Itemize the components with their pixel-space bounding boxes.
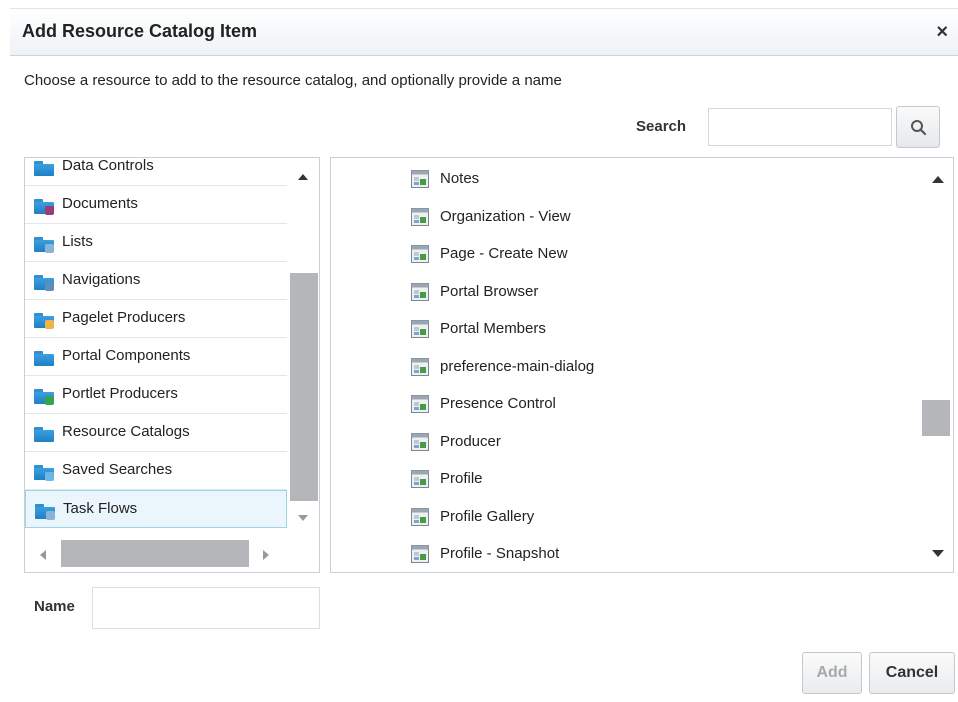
resource-item[interactable]: Page - Create New [331,236,921,274]
category-item[interactable]: Task Flows [25,490,287,528]
category-item-label: Documents [62,195,138,212]
cancel-button[interactable]: Cancel [869,652,955,694]
lists-folder-icon [34,237,54,253]
scroll-left-arrow-icon[interactable] [40,550,46,560]
category-item-label: Portal Components [62,347,191,364]
saved-searches-folder-icon [34,465,54,481]
navigations-folder-icon [34,275,54,291]
task-flow-icon [411,245,429,263]
category-list-horizontal-scrollbar[interactable] [25,537,287,572]
dialog-titlebar: Add Resource Catalog Item × [10,8,958,56]
category-item[interactable]: Data Controls [25,157,287,186]
task-flows-folder-icon [35,504,55,520]
dialog-instructions: Choose a resource to add to the resource… [24,72,562,89]
category-item[interactable]: Documents [25,186,287,224]
resource-item[interactable]: Presence Control [331,386,921,424]
search-button[interactable] [896,106,940,148]
category-item[interactable]: Portlet Producers [25,376,287,414]
close-icon[interactable]: × [936,21,948,44]
data-controls-folder-icon [34,161,54,176]
resource-item-label: Portal Members [440,320,546,337]
resource-item-label: Profile Gallery [440,507,535,525]
documents-folder-icon [34,199,54,215]
resource-item-label: Producer [440,432,501,450]
resource-item[interactable]: Profile Gallery [331,499,921,537]
resource-item[interactable]: Profile [331,461,921,499]
category-item-label: Portlet Producers [62,385,178,402]
scroll-thumb[interactable] [290,273,318,501]
scroll-thumb[interactable] [922,400,950,436]
category-item-label: Lists [62,233,93,250]
resource-item-label: Portal Browser [440,282,539,300]
resource-item[interactable]: Portal Browser [331,274,921,312]
add-resource-catalog-item-dialog: Add Resource Catalog Item × Choose a res… [0,0,958,702]
category-item-label: Task Flows [63,500,138,517]
scroll-up-arrow-icon[interactable] [932,176,944,183]
resource-item-label: preference-main-dialog [440,357,595,375]
scroll-down-arrow-icon[interactable] [298,515,308,521]
search-label: Search [636,118,687,135]
resource-item-label: Organization - View [440,207,571,225]
pagelet-producers-folder-icon [34,313,54,329]
category-item-label: Pagelet Producers [62,309,186,326]
task-flow-icon [411,395,429,413]
search-input[interactable] [708,108,892,146]
add-button[interactable]: Add [802,652,862,694]
task-flow-icon [411,207,429,226]
resource-item-label: Profile - Snapshot [440,545,560,562]
resource-item-label: Profile [440,470,483,487]
category-list-panel: Data Controls Documents Lists Navigations Pa… [24,157,320,573]
category-item[interactable]: Portal Components [25,338,287,376]
resource-item[interactable]: Organization - View [331,199,921,237]
resource-item[interactable]: preference-main-dialog [331,349,921,387]
resource-catalogs-folder-icon [34,427,54,442]
resource-item-label: Notes [440,170,480,187]
scroll-thumb[interactable] [61,540,249,567]
resource-item[interactable]: Portal Members [331,311,921,349]
resource-item-label: Presence Control [440,395,556,412]
task-flow-icon [411,320,429,338]
scroll-down-arrow-icon[interactable] [932,550,944,557]
task-flow-icon [411,357,429,376]
category-item[interactable]: Lists [25,224,287,262]
name-label: Name [34,598,75,615]
task-flow-icon [411,170,429,188]
category-item-label: Data Controls [62,157,154,174]
portlet-producers-folder-icon [34,389,54,405]
category-item[interactable]: Resource Catalogs [25,414,287,452]
search-icon [911,120,927,136]
category-item[interactable]: Navigations [25,262,287,300]
category-item[interactable]: Pagelet Producers [25,300,287,338]
dialog-title: Add Resource Catalog Item [22,21,258,41]
resource-item[interactable]: Profile - Snapshot [331,536,921,572]
task-flow-icon [411,282,429,301]
resource-item[interactable]: Producer [331,424,921,462]
task-flow-icon [411,545,429,563]
resource-list-vertical-scrollbar[interactable] [921,158,953,572]
task-flow-icon [411,507,429,526]
category-item-label: Resource Catalogs [62,423,190,440]
name-input[interactable] [92,587,320,629]
portal-components-folder-icon [34,351,54,366]
resource-item[interactable]: Notes [331,161,921,199]
resource-list: Notes Organization - View Page - Create Ne… [331,161,921,572]
scroll-right-arrow-icon[interactable] [263,550,269,560]
resource-list-panel: Notes Organization - View Page - Create Ne… [330,157,954,573]
category-list-vertical-scrollbar[interactable] [287,158,319,537]
task-flow-icon [411,470,429,488]
resource-item-label: Page - Create New [440,245,568,262]
category-item-label: Saved Searches [62,461,173,478]
task-flow-icon [411,432,429,451]
category-item-label: Navigations [62,271,141,288]
category-item[interactable]: Saved Searches [25,452,287,490]
category-list: Data Controls Documents Lists Navigations Pa… [25,157,287,528]
scroll-up-arrow-icon[interactable] [298,174,308,180]
